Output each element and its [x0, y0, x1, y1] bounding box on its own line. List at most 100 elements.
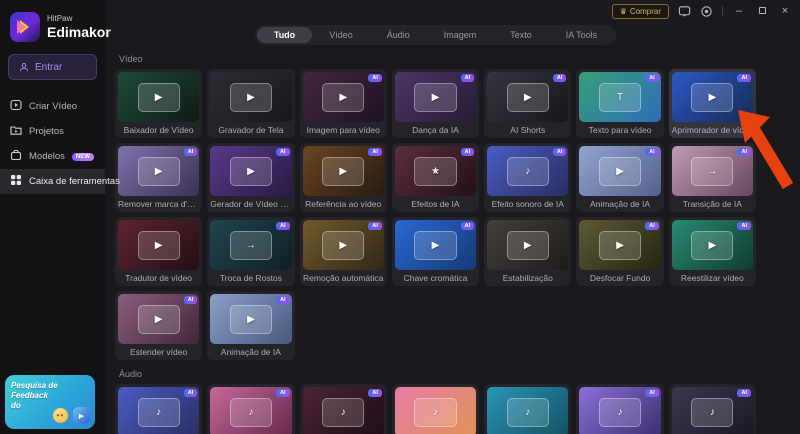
- sidebar-item-modelos[interactable]: ModelosNEW: [0, 144, 105, 169]
- brand-name-label: Edimakor: [47, 24, 111, 40]
- thumbnail-frame: ▶: [138, 83, 180, 112]
- thumbnail-frame: ★: [414, 157, 456, 186]
- tool-card-efeito-sonoro-de-ia[interactable]: ♪AIEfeito sonoro de IA: [115, 384, 202, 434]
- tool-card-remocao-automatica[interactable]: ▶AIRemoção automática: [300, 217, 387, 286]
- new-badge: NEW: [72, 153, 94, 161]
- tool-card-removedor-vocal[interactable]: ♪AIRemovedor Vocal: [300, 384, 387, 434]
- buy-button[interactable]: ♛ Comprar: [612, 4, 669, 19]
- close-button[interactable]: ×: [778, 0, 792, 22]
- tool-thumbnail: ▶ AI: [303, 146, 384, 196]
- minimize-button[interactable]: –: [732, 0, 746, 22]
- thumbnail-glyph-icon: ▶: [155, 314, 163, 325]
- tool-card-animacao-de-ia[interactable]: ▶ AI Animação de IA: [207, 291, 294, 360]
- tool-thumbnail: ▶: [210, 72, 291, 122]
- tool-card-texto-para-video[interactable]: TAITexto para vídeo: [576, 69, 663, 138]
- login-button[interactable]: Entrar: [8, 54, 97, 80]
- tool-card-extrair-audio[interactable]: ♪Extrair áudio: [484, 384, 571, 434]
- tool-card-ai-shorts[interactable]: ▶AIAI Shorts: [484, 69, 571, 138]
- tool-card-estender-video[interactable]: ▶AIEstender vídeo: [115, 291, 202, 360]
- thumbnail-glyph-icon: ▶: [155, 92, 163, 103]
- tool-sections: Vídeo▶Baixador de Vídeo▶Gravador de Tela…: [115, 54, 756, 434]
- tool-card-aprimorador-de-video[interactable]: ▶AIAprimorador de vídeo: [669, 69, 756, 138]
- tab-ia-tools[interactable]: IA Tools: [549, 27, 614, 43]
- tool-card-label: Dança da IA: [392, 122, 479, 138]
- tool-card-baixador-de-video[interactable]: ▶Baixador de Vídeo: [115, 69, 202, 138]
- thumbnail-glyph-icon: ▶: [339, 166, 347, 177]
- ai-badge: AI: [368, 148, 382, 156]
- tool-card-remover-marca-d-agua[interactable]: ▶AIRemover marca d'água: [115, 143, 202, 212]
- tool-thumbnail: ♪: [487, 387, 568, 434]
- tool-card-efeitos-de-ia[interactable]: ★AIEfeitos de IA: [392, 143, 479, 212]
- thumbnail-frame: ▶: [691, 231, 733, 260]
- tool-card-efeitos-de-voz[interactable]: ♪AIEfeitos de voz: [576, 384, 663, 434]
- tool-card-label: Referência ao vídeo: [300, 196, 387, 212]
- tab-audio[interactable]: Áudio: [370, 27, 427, 43]
- tool-thumbnail: ♪AI: [672, 387, 753, 434]
- ai-badge: AI: [737, 74, 751, 82]
- thumbnail-frame: ▶: [322, 157, 364, 186]
- tab-tudo[interactable]: Tudo: [257, 27, 312, 43]
- tool-card-desfocar-fundo[interactable]: ▶AIDesfocar Fundo: [576, 217, 663, 286]
- tool-thumbnail: ★AI: [395, 146, 476, 196]
- tool-card-label: Remover marca d'água: [115, 196, 202, 212]
- tool-thumbnail: ▶AI: [672, 72, 753, 122]
- tool-card-chave-cromatica[interactable]: ▶AIChave cromática: [392, 217, 479, 286]
- tool-card-danca-da-ia[interactable]: ▶AIDança da IA: [392, 69, 479, 138]
- thumbnail-glyph-icon: ♪: [156, 407, 161, 418]
- tool-card-downloader-de-audio[interactable]: ♪Downloader de Áudio: [392, 384, 479, 434]
- thumbnail-frame: ▶: [138, 157, 180, 186]
- tool-card-label: Efeito sonoro de IA: [484, 196, 571, 212]
- thumbnail-frame: ♪: [691, 398, 733, 427]
- restore-button[interactable]: [755, 0, 769, 22]
- tool-thumbnail: →AI: [210, 220, 291, 270]
- thumbnail-frame: ▶: [599, 231, 641, 260]
- tool-card-label: Estabilização: [484, 270, 571, 286]
- thumbnail-frame: ▶: [138, 231, 180, 260]
- thumbnail-glyph-icon: ♪: [433, 407, 438, 418]
- tool-card-gravador-de-tela[interactable]: ▶Gravador de Tela: [207, 69, 294, 138]
- sidebar-item-label: Caixa de ferramentas: [29, 176, 120, 187]
- tool-card-estabilizacao[interactable]: ▶ Estabilização: [484, 217, 571, 286]
- tool-card-troca-de-rostos[interactable]: →AITroca de Rostos: [207, 217, 294, 286]
- tool-thumbnail: ▶AI: [579, 146, 660, 196]
- sidebar-item-caixa-de-ferramentas[interactable]: Caixa de ferramentas: [0, 169, 105, 194]
- tool-card-label: Animação de IA: [207, 344, 294, 360]
- settings-gear-icon[interactable]: [700, 5, 713, 18]
- tool-thumbnail: ♪: [395, 387, 476, 434]
- tool-card-reestilizar-video[interactable]: ▶AIReestilizar vídeo: [669, 217, 756, 286]
- tool-card-efeito-sonoro-de-ia[interactable]: ♪AIEfeito sonoro de IA: [484, 143, 571, 212]
- ai-badge: AI: [184, 296, 198, 304]
- tool-card-reducao-de-ruido[interactable]: ♪AIRedução de ruído: [669, 384, 756, 434]
- tab-imagem[interactable]: Imagem: [427, 27, 494, 43]
- sidebar-item-criar-video[interactable]: Criar Vídeo: [0, 94, 105, 119]
- tool-thumbnail: TAI: [579, 72, 660, 122]
- ai-badge: AI: [184, 389, 198, 397]
- thumbnail-frame: ♪: [414, 398, 456, 427]
- tool-thumbnail: ▶: [118, 220, 199, 270]
- thumbnail-glyph-icon: ▶: [247, 314, 255, 325]
- tool-grid-audio: ♪AIEfeito sonoro de IA♪AIMúsica de IA♪AI…: [115, 384, 756, 434]
- tool-thumbnail: ♪AI: [579, 387, 660, 434]
- tool-card-tradutor-de-video[interactable]: ▶Tradutor de vídeo: [115, 217, 202, 286]
- thumbnail-glyph-icon: ♪: [525, 407, 530, 418]
- tool-card-referencia-ao-video[interactable]: ▶ AI Referência ao vídeo: [300, 143, 387, 212]
- thumbnail-frame: ▶: [507, 231, 549, 260]
- tool-card-transicao-de-ia[interactable]: →AITransição de IA: [669, 143, 756, 212]
- feedback-message-icon[interactable]: [678, 5, 691, 18]
- tab-video[interactable]: Vídeo: [312, 27, 370, 43]
- tool-card-animacao-de-ia[interactable]: ▶AIAnimação de IA: [576, 143, 663, 212]
- tool-card-gerador-de-video-de-ia[interactable]: ▶AIGerador de Vídeo de IA: [207, 143, 294, 212]
- tool-card-label: Imagem para vídeo: [300, 122, 387, 138]
- tool-card-imagem-para-video[interactable]: ▶AIImagem para vídeo: [300, 69, 387, 138]
- thumbnail-frame: ▶: [414, 231, 456, 260]
- sidebar-item-projetos[interactable]: Projetos: [0, 119, 105, 144]
- tab-texto[interactable]: Texto: [493, 27, 549, 43]
- thumbnail-glyph-icon: ▶: [708, 240, 716, 251]
- tool-card-musica-de-ia[interactable]: ♪AIMúsica de IA: [207, 384, 294, 434]
- thumbnail-frame: ♪: [599, 398, 641, 427]
- thumbnail-frame: ▶: [599, 157, 641, 186]
- thumbnail-frame: →: [230, 231, 272, 260]
- ai-badge: AI: [276, 296, 290, 304]
- tool-card-label: Desfocar Fundo: [576, 270, 663, 286]
- feedback-survey-banner[interactable]: Pesquisa deFeedbackdo ♥♥ ▶: [5, 375, 95, 429]
